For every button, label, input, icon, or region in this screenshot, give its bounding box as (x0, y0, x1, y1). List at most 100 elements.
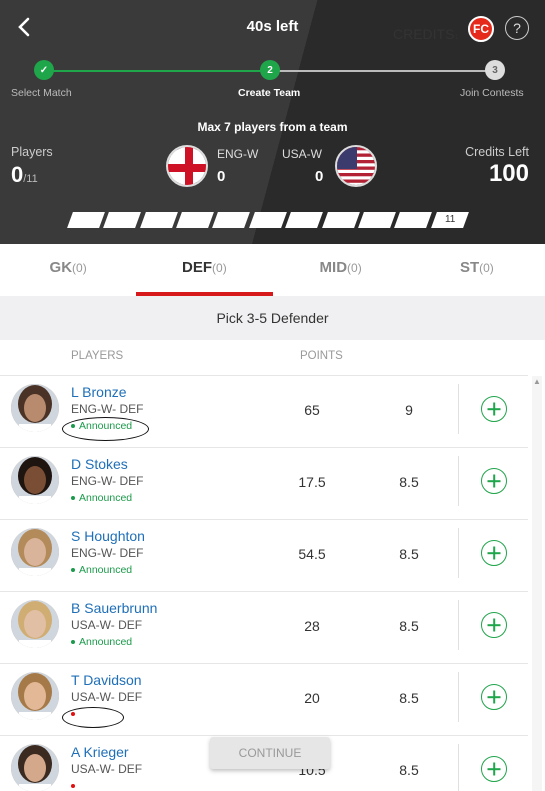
tab-def-count: (0) (212, 261, 227, 275)
player-name[interactable]: S Houghton (71, 528, 145, 544)
tab-mid-label: MID (319, 259, 348, 276)
player-status-text: Announced (79, 564, 133, 576)
player-team: USA-W- DEF (71, 762, 143, 776)
player-status (71, 780, 79, 791)
step-create-team-label: Create Team (238, 87, 301, 99)
player-name[interactable]: A Krieger (71, 744, 129, 760)
status-dot-icon (71, 568, 75, 573)
header: 40s left FC ? ✓ 2 3 Select Match Create … (0, 0, 545, 244)
tab-gk-count: (0) (72, 261, 87, 275)
player-points: 54.5 (298, 546, 326, 562)
divider (458, 672, 459, 722)
divider (458, 744, 459, 791)
add-player-button[interactable] (481, 756, 507, 782)
player-team: ENG-W- DEF (71, 402, 144, 416)
tab-mid[interactable]: MID(0) (273, 244, 409, 296)
slot (139, 212, 178, 228)
player-status: Announced (71, 636, 132, 648)
player-team: ENG-W- DEF (71, 474, 144, 488)
step-join-contests-dot: 3 (485, 60, 505, 80)
player-status-text: Announced (79, 492, 133, 504)
slot (357, 212, 397, 228)
player-status: Announced (71, 564, 132, 576)
timer: 40s left (246, 18, 299, 35)
slot (176, 212, 215, 228)
player-avatar (11, 744, 59, 791)
add-player-button[interactable] (481, 468, 507, 494)
slot (285, 212, 324, 228)
add-player-button[interactable] (481, 684, 507, 710)
player-team: USA-W- DEF (71, 690, 143, 704)
player-row[interactable]: B Sauerbrunn USA-W- DEF Announced 28 8.5 (0, 592, 528, 664)
tab-gk[interactable]: GK(0) (0, 244, 136, 296)
add-player-button[interactable] (481, 612, 507, 638)
slot (67, 212, 106, 228)
player-avatar (11, 456, 59, 504)
help-button[interactable]: ? (505, 16, 529, 40)
player-team: ENG-W- DEF (71, 546, 144, 560)
max-players-note: Max 7 players from a team (197, 120, 348, 134)
divider (458, 456, 459, 506)
player-name[interactable]: L Bronze (71, 384, 127, 400)
players-max: /11 (23, 173, 38, 185)
player-status: Announced (71, 492, 132, 504)
player-credits: 8.5 (399, 546, 419, 562)
players-label: Players (11, 145, 53, 159)
column-credits-label: CREDITS (393, 26, 455, 42)
tab-gk-label: GK (49, 259, 73, 276)
scrollbar[interactable] (532, 376, 542, 791)
add-player-button[interactable] (481, 540, 507, 566)
player-avatar (11, 672, 59, 720)
player-team: USA-W- DEF (71, 618, 143, 632)
status-dot-icon (71, 784, 75, 789)
add-player-button[interactable] (481, 396, 507, 422)
player-avatar (11, 384, 59, 432)
player-name[interactable]: D Stokes (71, 456, 128, 472)
team2-count: 0 (315, 168, 324, 185)
pick-instruction: Pick 3-5 Defender (0, 296, 545, 340)
player-points: 17.5 (298, 474, 326, 490)
slot (103, 212, 142, 228)
tab-st[interactable]: ST(0) (409, 244, 545, 296)
player-points: 28 (304, 618, 320, 634)
scroll-up-icon[interactable]: ▲ (532, 376, 542, 388)
step-join-contests-label: Join Contests (460, 87, 524, 99)
slot (212, 212, 251, 228)
player-avatar (11, 600, 59, 648)
tab-st-label: ST (459, 259, 480, 276)
slot (321, 212, 360, 228)
player-avatar (11, 528, 59, 576)
divider (458, 528, 459, 578)
column-points[interactable]: POINTS (300, 350, 343, 362)
step-create-team-dot: 2 (260, 60, 280, 80)
team-slots: 11 (67, 212, 470, 228)
tab-def[interactable]: DEF(0) (136, 244, 273, 296)
annotation-ellipse (62, 417, 149, 441)
status-dot-icon (71, 640, 75, 645)
column-players[interactable]: PLAYERS (71, 350, 123, 362)
player-points: 20 (304, 690, 320, 706)
progress-line-done (44, 70, 270, 72)
player-row[interactable]: D Stokes ENG-W- DEF Announced 17.5 8.5 (0, 448, 528, 520)
credits-left-label: Credits Left (465, 145, 529, 159)
divider (458, 600, 459, 650)
tab-st-count: (0) (479, 261, 494, 275)
player-credits: 8.5 (399, 474, 419, 490)
team2-code: USA-W (282, 147, 322, 161)
slot (248, 212, 288, 228)
player-credits: 8.5 (399, 762, 419, 778)
column-credits[interactable]: CREDITS↓ (393, 26, 459, 42)
player-credits: 8.5 (399, 690, 419, 706)
tab-def-label: DEF (182, 259, 213, 276)
player-name[interactable]: T Davidson (71, 672, 142, 688)
player-row[interactable]: S Houghton ENG-W- DEF Announced 54.5 8.5 (0, 520, 528, 592)
player-credits: 9 (405, 402, 413, 418)
player-credits: 8.5 (399, 618, 419, 634)
sort-arrow-icon: ↓ (454, 31, 459, 41)
progress-line-pending (270, 70, 495, 72)
players-count-value: 0 (11, 162, 24, 187)
continue-button[interactable]: CONTINUE (210, 737, 330, 769)
player-name[interactable]: B Sauerbrunn (71, 600, 157, 616)
player-points: 65 (304, 402, 320, 418)
fc-logo: FC (468, 16, 494, 42)
